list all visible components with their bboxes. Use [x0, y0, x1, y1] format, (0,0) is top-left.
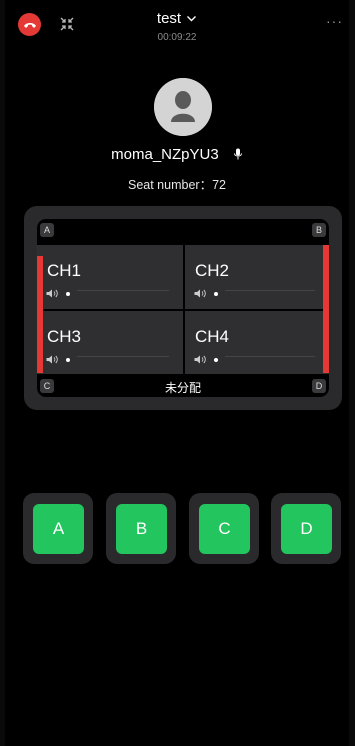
mic-icon — [233, 148, 242, 160]
speaker-icon — [194, 289, 206, 298]
channel-label: CH3 — [47, 327, 82, 346]
active-indicator-right — [323, 245, 329, 373]
channel-status — [46, 289, 70, 298]
level-track — [77, 290, 169, 291]
status-dot — [66, 357, 70, 362]
more-icon: ··· — [326, 13, 343, 29]
call-timer: 00:09:22 — [157, 32, 197, 43]
chevron-down-icon — [187, 15, 197, 21]
speaker-icon — [46, 355, 58, 364]
speaker-icon — [46, 289, 58, 298]
active-indicator-left — [37, 256, 43, 373]
group-b-button[interactable]: B — [116, 504, 167, 554]
status-dot — [214, 357, 218, 362]
channel-tile-ch3[interactable]: CH3 — [37, 311, 183, 374]
group-button-frame-b: B — [106, 493, 176, 564]
level-track — [225, 290, 315, 291]
channel-status — [46, 355, 70, 364]
call-title: test — [156, 10, 182, 27]
group-d-button[interactable]: D — [281, 504, 332, 554]
channel-label: CH4 — [195, 327, 230, 346]
username: moma_NZpYU3 — [111, 146, 219, 163]
status-dot — [66, 291, 70, 296]
username-row: moma_NZpYU3 — [5, 146, 349, 163]
avatar-icon — [154, 78, 212, 136]
seat-number: Seat number：72 — [128, 178, 226, 192]
group-button-frame-c: C — [189, 493, 259, 564]
channel-status — [194, 355, 218, 364]
call-header: test 00:09:22 — [5, 10, 349, 43]
channel-grid: A B CH1 CH2 CH3 CH4 C 未分配 D — [37, 219, 329, 397]
group-c-button[interactable]: C — [199, 504, 250, 554]
corner-label-a: A — [40, 223, 54, 237]
level-track — [225, 356, 315, 357]
corner-label-d: D — [312, 379, 326, 393]
avatar — [154, 78, 212, 136]
channel-panel: A B CH1 CH2 CH3 CH4 C 未分配 D — [24, 206, 342, 410]
channel-tile-ch2[interactable]: CH2 — [185, 245, 329, 309]
speaker-icon — [194, 355, 206, 364]
channel-tile-ch4[interactable]: CH4 — [185, 311, 329, 374]
more-button[interactable]: ··· — [326, 13, 343, 29]
group-button-frame-d: D — [271, 493, 341, 564]
group-button-frame-a: A — [23, 493, 93, 564]
unassigned-label: 未分配 — [164, 381, 201, 395]
status-dot — [214, 291, 218, 296]
level-track — [77, 356, 169, 357]
corner-label-b: B — [312, 223, 326, 237]
channel-label: CH1 — [47, 261, 82, 280]
call-screen: test 00:09:22 ··· moma_NZpYU3 Seat numbe… — [5, 0, 349, 746]
channel-status — [194, 289, 218, 298]
channel-label: CH2 — [195, 261, 230, 280]
call-title-dropdown[interactable]: test — [157, 10, 197, 27]
group-a-button[interactable]: A — [33, 504, 84, 554]
channel-tile-ch1[interactable]: CH1 — [37, 245, 183, 309]
